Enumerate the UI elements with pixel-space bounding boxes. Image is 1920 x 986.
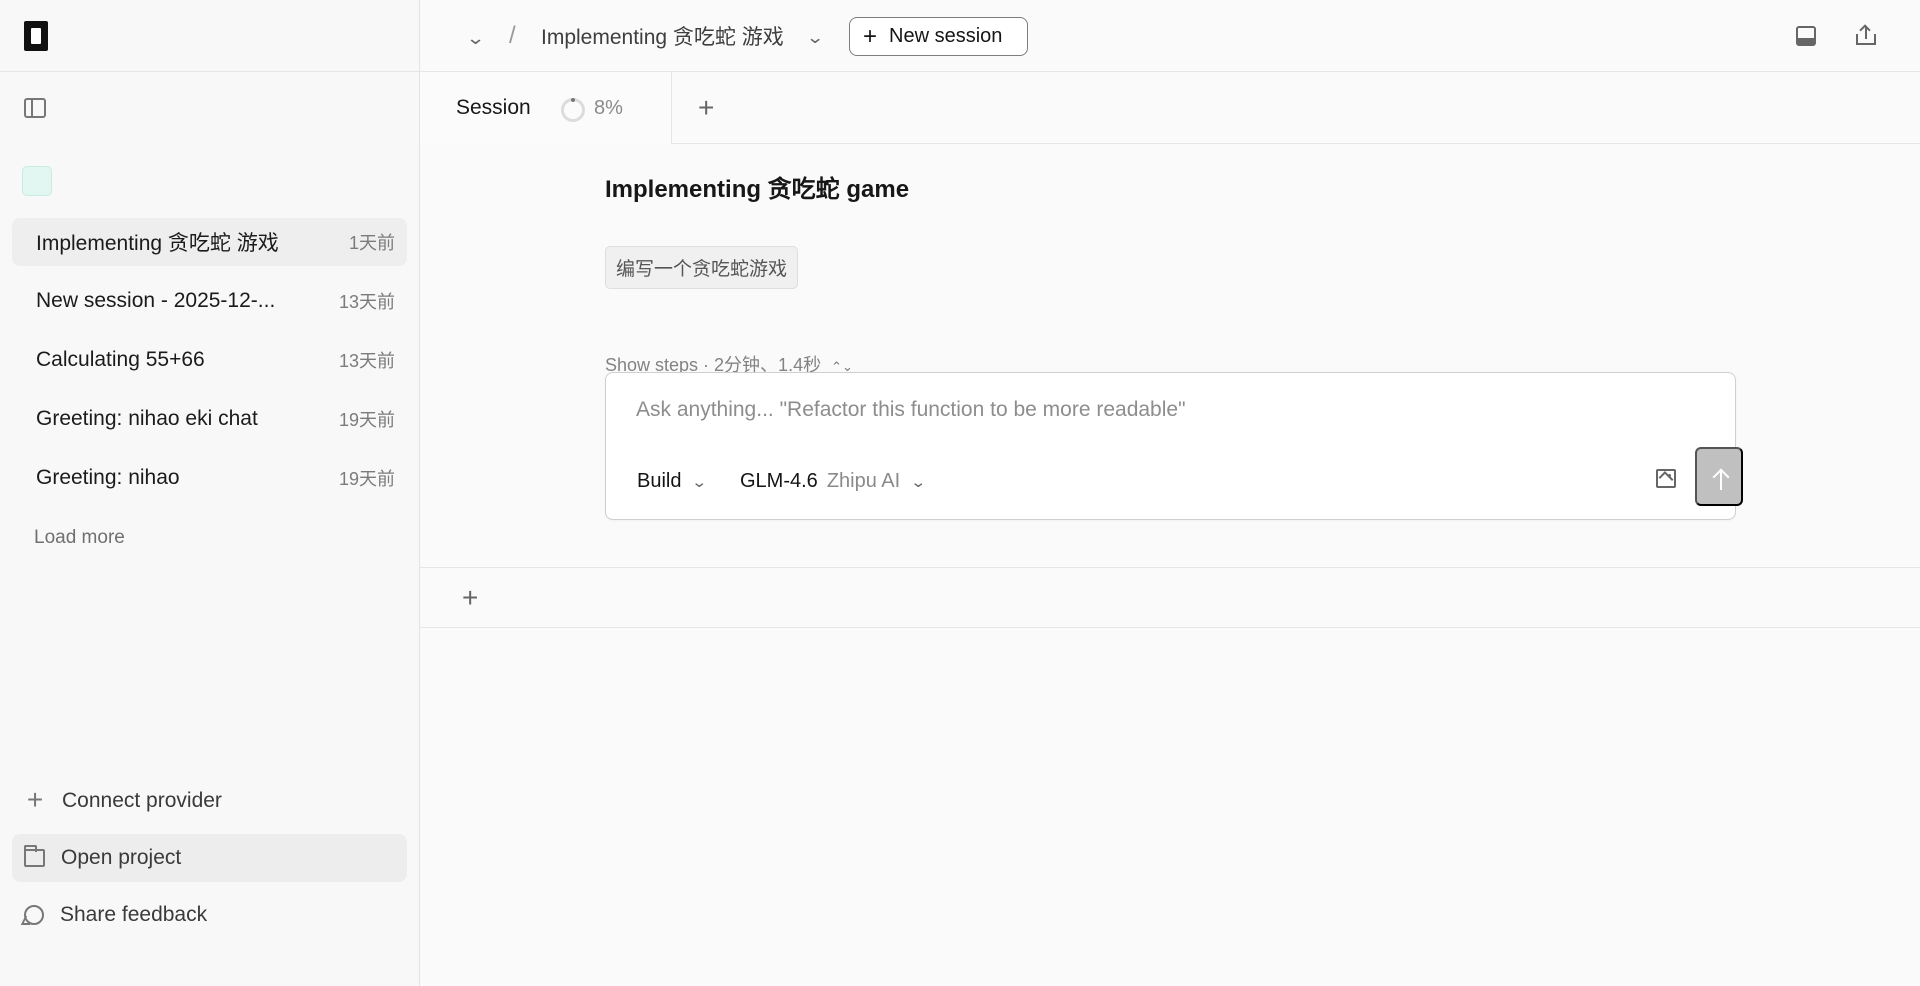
session-title: Calculating 55+66: [36, 348, 205, 371]
prompt-input[interactable]: Ask anything... "Refactor this function …: [636, 398, 1186, 422]
connect-provider-button[interactable]: + Connect provider: [12, 777, 407, 825]
new-session-button[interactable]: + New session: [849, 17, 1028, 56]
progress-percent: 8%: [594, 97, 623, 119]
session-chevron-down-icon[interactable]: ⌄: [806, 28, 825, 48]
breadcrumb-separator: /: [509, 22, 516, 49]
session-title: Greeting: nihao eki chat: [36, 407, 258, 430]
arrow-up-head-shape: [1712, 468, 1730, 486]
session-title: Implementing 贪吃蛇 游戏: [36, 232, 279, 255]
session-time: 13天前: [338, 351, 395, 371]
sidebar-actions: + Connect provider Open project Share fe…: [12, 777, 407, 948]
provider-label: Zhipu AI: [826, 470, 901, 492]
connect-provider-label: Connect provider: [62, 789, 222, 812]
session-item[interactable]: Implementing 贪吃蛇 游戏 1天前: [12, 218, 407, 266]
main-panel: ⌄ / Implementing 贪吃蛇 游戏 ⌄ + New session …: [420, 0, 1920, 986]
tab-session[interactable]: Session 8%: [420, 72, 672, 144]
chevron-down-icon: ⌄: [910, 474, 927, 491]
session-time: 19天前: [338, 410, 395, 430]
open-project-button[interactable]: Open project: [12, 834, 407, 882]
share-feedback-label: Share feedback: [60, 903, 208, 926]
sidebar: Implementing 贪吃蛇 游戏 1天前 New session - 20…: [0, 0, 420, 986]
panel-layout-icon[interactable]: [1796, 26, 1816, 46]
session-title: Greeting: nihao: [36, 466, 180, 489]
top-bar: ⌄ / Implementing 贪吃蛇 游戏 ⌄ + New session: [420, 0, 1920, 72]
session-heading: Implementing 贪吃蛇 game: [605, 176, 910, 203]
add-tab-button[interactable]: +: [698, 92, 714, 124]
add-terminal-button[interactable]: +: [462, 582, 478, 614]
project-avatar[interactable]: [22, 166, 52, 196]
agent-select[interactable]: Build ⌄: [637, 470, 708, 493]
agent-label: Build: [637, 470, 682, 492]
user-message-chip[interactable]: 编写一个贪吃蛇游戏: [605, 246, 799, 289]
session-title: New session - 2025-12-...: [36, 289, 276, 312]
session-item[interactable]: New session - 2025-12-... 13天前: [12, 277, 407, 325]
sidebar-toggle-icon[interactable]: [24, 98, 46, 118]
breadcrumb-session-title[interactable]: Implementing 贪吃蛇 游戏: [541, 21, 784, 51]
session-time: 13天前: [338, 292, 395, 312]
plus-icon: +: [26, 784, 44, 815]
session-item[interactable]: Calculating 55+66 13天前: [12, 336, 407, 384]
session-time: 1天前: [348, 233, 395, 253]
chevron-down-icon: ⌄: [691, 474, 708, 491]
session-time: 19天前: [338, 469, 395, 489]
image-attach-icon[interactable]: [1656, 469, 1676, 488]
progress-ring-icon: [561, 98, 585, 122]
session-list: Implementing 贪吃蛇 游戏 1天前 New session - 20…: [12, 218, 407, 513]
sidebar-header: [0, 0, 419, 72]
share-feedback-button[interactable]: Share feedback: [12, 891, 407, 939]
plus-icon: +: [863, 22, 878, 50]
tab-session-label: Session: [456, 96, 531, 119]
model-label: GLM-4.6: [740, 470, 818, 492]
terminal-tab-bar: +: [420, 567, 1920, 628]
chat-bubble-icon: [24, 905, 44, 925]
model-select[interactable]: GLM-4.6 Zhipu AI ⌄: [740, 470, 927, 493]
share-icon[interactable]: [1856, 24, 1876, 47]
message-composer[interactable]: Ask anything... "Refactor this function …: [605, 372, 1743, 520]
new-session-label: New session: [889, 25, 1003, 47]
send-button[interactable]: [1695, 447, 1743, 506]
folder-icon: [24, 845, 45, 867]
session-tabs: Session 8% +: [420, 72, 1920, 144]
app-logo-icon[interactable]: [24, 20, 48, 51]
load-more-link[interactable]: Load more: [34, 527, 125, 549]
open-project-label: Open project: [61, 846, 182, 869]
session-item[interactable]: Greeting: nihao 19天前: [12, 454, 407, 502]
project-chevron-down-icon[interactable]: ⌄: [466, 28, 486, 49]
session-item[interactable]: Greeting: nihao eki chat 19天前: [12, 395, 407, 443]
